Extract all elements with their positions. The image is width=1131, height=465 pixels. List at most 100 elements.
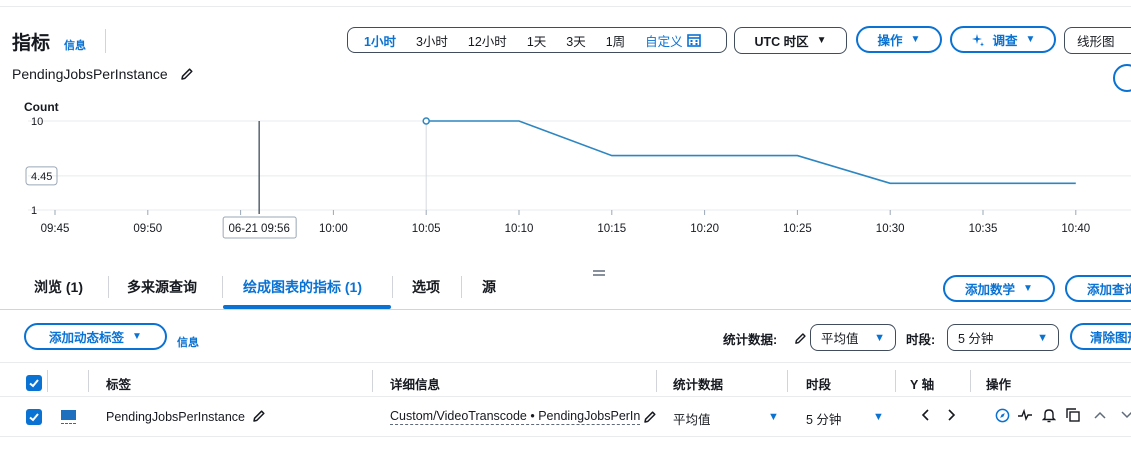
info-link[interactable]: 信息	[177, 334, 199, 350]
compass-icon[interactable]	[993, 406, 1011, 424]
caret-down-icon: ▼	[1023, 283, 1033, 294]
row-bottom-border	[0, 436, 1131, 437]
column-divider	[656, 370, 657, 392]
row-period[interactable]: 5 分钟	[806, 409, 841, 428]
x-tick-label: 10:35	[969, 223, 998, 235]
row-stat[interactable]: 平均值	[673, 409, 711, 428]
stat-caret-down-icon[interactable]: ▼	[768, 411, 779, 423]
x-tick-label: 10:10	[505, 223, 534, 235]
column-header-details[interactable]: 详细信息	[390, 374, 440, 393]
anomaly-detection-icon[interactable]	[1016, 406, 1034, 424]
x-tick-label: 10:20	[690, 223, 719, 235]
x-tick-label: 09:50	[133, 223, 162, 235]
x-tick-label: 10:00	[319, 223, 348, 235]
row-label-text: PendingJobsPerInstance	[106, 410, 245, 424]
metric-title: PendingJobsPerInstance	[12, 66, 194, 82]
timezone-select[interactable]: UTC 时区 ▼	[734, 27, 847, 54]
tab-divider	[392, 276, 393, 298]
column-divider	[372, 370, 373, 392]
range-3d[interactable]: 3天	[556, 31, 595, 50]
series-color-swatch[interactable]	[61, 410, 76, 424]
edit-pencil-icon[interactable]	[180, 67, 194, 81]
x-tick-label: 10:05	[412, 223, 441, 235]
actions-label: 操作	[877, 34, 903, 48]
resize-handle-icon[interactable]	[592, 269, 606, 277]
cursor-label: 06-21 09:56	[228, 223, 289, 235]
line-chart: 104.45109:4509:500910:0010:0510:1010:151…	[25, 116, 1131, 239]
series-line	[426, 120, 1076, 185]
range-1h[interactable]: 1小时	[354, 31, 406, 50]
table-top-border	[0, 362, 1131, 363]
stat-value: 平均值	[821, 332, 859, 346]
edit-pencil-icon[interactable]	[252, 409, 266, 423]
row-checkbox[interactable]	[26, 409, 42, 425]
column-divider	[787, 370, 788, 392]
active-tab-indicator	[223, 305, 391, 309]
column-header-period[interactable]: 时段	[806, 374, 831, 393]
sparkle-icon	[971, 33, 984, 46]
select-all-checkbox[interactable]	[26, 375, 42, 391]
metric-title-text: PendingJobsPerInstance	[12, 66, 168, 82]
top-divider	[0, 6, 1131, 7]
edit-pencil-icon[interactable]	[643, 410, 657, 424]
x-tick-label: 10:30	[876, 223, 905, 235]
add-query-button[interactable]: 添加查询	[1065, 275, 1131, 302]
alarm-bell-icon[interactable]	[1040, 406, 1058, 424]
edit-pencil-icon[interactable]	[794, 332, 807, 345]
add-math-button[interactable]: 添加数学 ▼	[943, 275, 1055, 302]
column-header-label[interactable]: 标签	[106, 374, 131, 393]
column-header-stat[interactable]: 统计数据	[673, 374, 723, 393]
x-tick-label: 10:25	[783, 223, 812, 235]
info-link[interactable]: 信息	[64, 37, 86, 53]
chevron-up-icon[interactable]	[1091, 406, 1109, 424]
tab-divider	[461, 276, 462, 298]
timezone-label: UTC 时区	[754, 35, 809, 49]
tab-options[interactable]: 选项	[412, 277, 440, 297]
y-tick-label: 1	[31, 205, 37, 217]
refresh-button[interactable]	[1113, 64, 1131, 92]
period-select[interactable]: 5 分钟 ▼	[947, 324, 1059, 351]
copy-icon[interactable]	[1064, 406, 1082, 424]
stat-select[interactable]: 平均值 ▼	[810, 324, 896, 351]
range-1w[interactable]: 1周	[596, 31, 635, 50]
investigate-button[interactable]: 调查 ▼	[950, 26, 1056, 53]
tab-graphed-metrics[interactable]: 绘成图表的指标 (1)	[243, 277, 362, 297]
investigate-label: 调查	[992, 34, 1018, 48]
page-title: 指标	[12, 33, 51, 54]
chevron-left-icon[interactable]	[917, 406, 935, 424]
x-tick-label: 10:15	[597, 223, 626, 235]
stat-label: 统计数据:	[723, 333, 778, 347]
tab-divider	[108, 276, 109, 298]
add-math-label: 添加数学	[965, 283, 1016, 297]
period-caret-down-icon[interactable]: ▼	[873, 411, 884, 423]
chart-type-select[interactable]: 线形图	[1064, 27, 1131, 54]
range-custom[interactable]: 自定义	[635, 31, 687, 50]
caret-down-icon: ▼	[132, 331, 142, 342]
range-3h[interactable]: 3小时	[406, 31, 458, 50]
checkmark-icon	[29, 413, 39, 422]
column-header-actions[interactable]: 操作	[986, 374, 1011, 393]
checkmark-icon	[29, 379, 39, 388]
range-12h[interactable]: 12小时	[458, 31, 517, 50]
tab-browse[interactable]: 浏览 (1)	[34, 277, 83, 297]
chevron-right-icon[interactable]	[942, 406, 960, 424]
header-bottom-border	[0, 396, 1131, 397]
tab-source[interactable]: 源	[482, 277, 496, 297]
chevron-down-icon[interactable]	[1118, 406, 1131, 424]
range-1d[interactable]: 1天	[517, 31, 556, 50]
add-dynamic-label-button[interactable]: 添加动态标签 ▼	[24, 323, 167, 350]
tab-multi-source-query[interactable]: 多来源查询	[127, 277, 197, 297]
chart-type-label: 线形图	[1077, 35, 1115, 49]
header-divider	[105, 29, 106, 53]
time-range-selector: 1小时 3小时 12小时 1天 3天 1周 自定义	[347, 27, 727, 53]
column-divider	[88, 370, 89, 392]
clear-graph-button[interactable]: 清除图形	[1070, 323, 1131, 350]
column-header-y-axis[interactable]: Y 轴	[910, 374, 934, 393]
calendar-icon[interactable]	[686, 33, 701, 47]
actions-button[interactable]: 操作 ▼	[856, 26, 942, 53]
caret-down-icon: ▼	[816, 35, 827, 46]
add-dynamic-label-text: 添加动态标签	[49, 331, 125, 345]
column-divider	[47, 370, 48, 392]
row-details[interactable]: Custom/VideoTranscode • PendingJobsPerIn…	[390, 409, 640, 425]
clear-graph-label: 清除图形	[1090, 331, 1131, 345]
